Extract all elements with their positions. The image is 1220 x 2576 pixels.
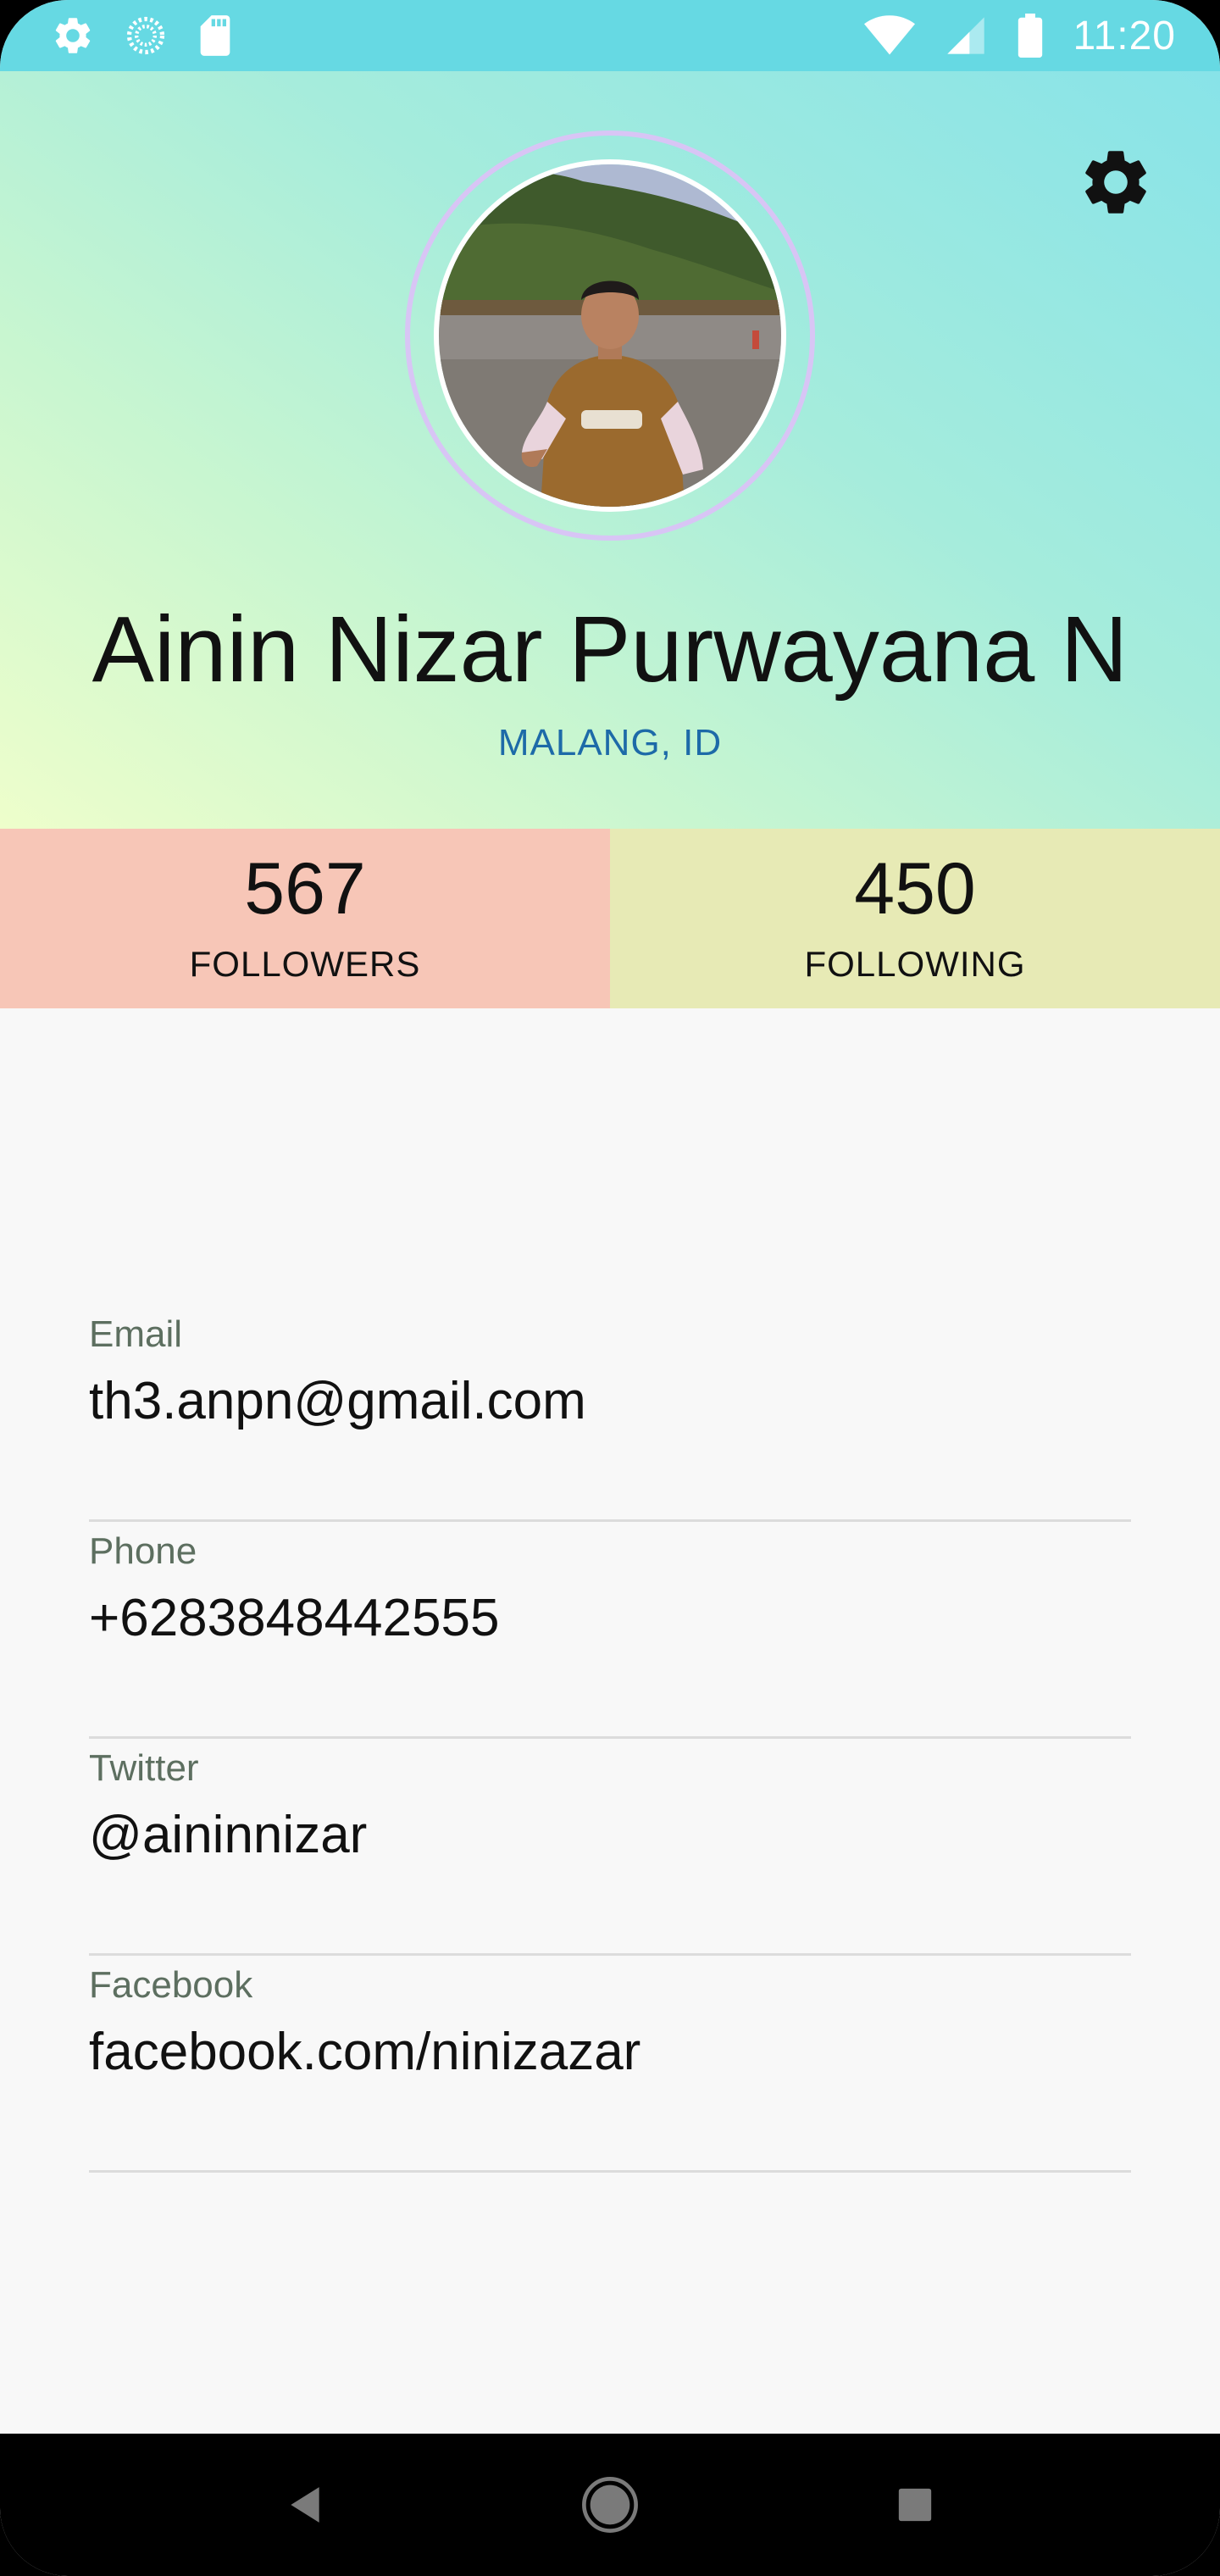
- contact-details: Email th3.anpn@gmail.com Phone +62838484…: [89, 1305, 1131, 2173]
- settings-icon: [55, 18, 91, 53]
- settings-button[interactable]: [1071, 137, 1161, 227]
- stats-row: 567 FOLLOWERS 450 FOLLOWING: [0, 829, 1220, 1008]
- phone-value: +6283848442555: [89, 1589, 500, 1647]
- home-button[interactable]: [568, 2462, 652, 2547]
- email-field[interactable]: Email th3.anpn@gmail.com: [89, 1305, 1131, 1522]
- status-time: 11:20: [1073, 13, 1176, 58]
- followers-label: FOLLOWERS: [189, 944, 421, 984]
- home-icon: [582, 2477, 638, 2533]
- wifi-icon: [864, 15, 916, 55]
- phone-field[interactable]: Phone +6283848442555: [89, 1522, 1131, 1739]
- email-value: th3.anpn@gmail.com: [89, 1372, 586, 1430]
- status-bar: 11:20: [0, 0, 1220, 71]
- profile-header: Ainin Nizar Purwayana N MALANG, ID: [0, 71, 1220, 829]
- phone-label: Phone: [89, 1530, 197, 1572]
- sd-card-icon: [200, 15, 230, 56]
- back-icon: [291, 2487, 319, 2523]
- status-bar-right: 11:20: [864, 13, 1176, 59]
- profile-location: MALANG, ID: [497, 722, 723, 763]
- profile-name: Ainin Nizar Purwayana N: [92, 597, 1128, 702]
- facebook-field[interactable]: Facebook facebook.com/ninizazar: [89, 1956, 1131, 2173]
- sync-icon: [126, 16, 165, 55]
- followers-stat[interactable]: 567 FOLLOWERS: [0, 829, 610, 1008]
- twitter-value: @aininnizar: [89, 1806, 368, 1864]
- back-button[interactable]: [263, 2462, 347, 2547]
- facebook-value: facebook.com/ninizazar: [89, 2023, 641, 2081]
- email-label: Email: [89, 1313, 183, 1355]
- battery-icon: [1018, 14, 1043, 58]
- phone-screen: 11:20 Ainin Nizar Purwayana N MALANG, ID…: [0, 0, 1220, 2576]
- facebook-label: Facebook: [89, 1964, 253, 2006]
- navigation-bar: [0, 2434, 1220, 2576]
- twitter-label: Twitter: [89, 1747, 199, 1789]
- status-bar-left: [51, 14, 234, 58]
- profile-photo: [439, 164, 781, 507]
- twitter-field[interactable]: Twitter @aininnizar: [89, 1739, 1131, 1956]
- avatar[interactable]: [434, 159, 786, 512]
- following-label: FOLLOWING: [804, 944, 1026, 984]
- recents-icon: [898, 2488, 932, 2522]
- following-count: 450: [854, 848, 976, 930]
- followers-count: 567: [244, 848, 366, 930]
- following-stat[interactable]: 450 FOLLOWING: [610, 829, 1220, 1008]
- signal-icon: [947, 17, 985, 54]
- recents-button[interactable]: [873, 2462, 957, 2547]
- gear-icon: [1085, 151, 1146, 214]
